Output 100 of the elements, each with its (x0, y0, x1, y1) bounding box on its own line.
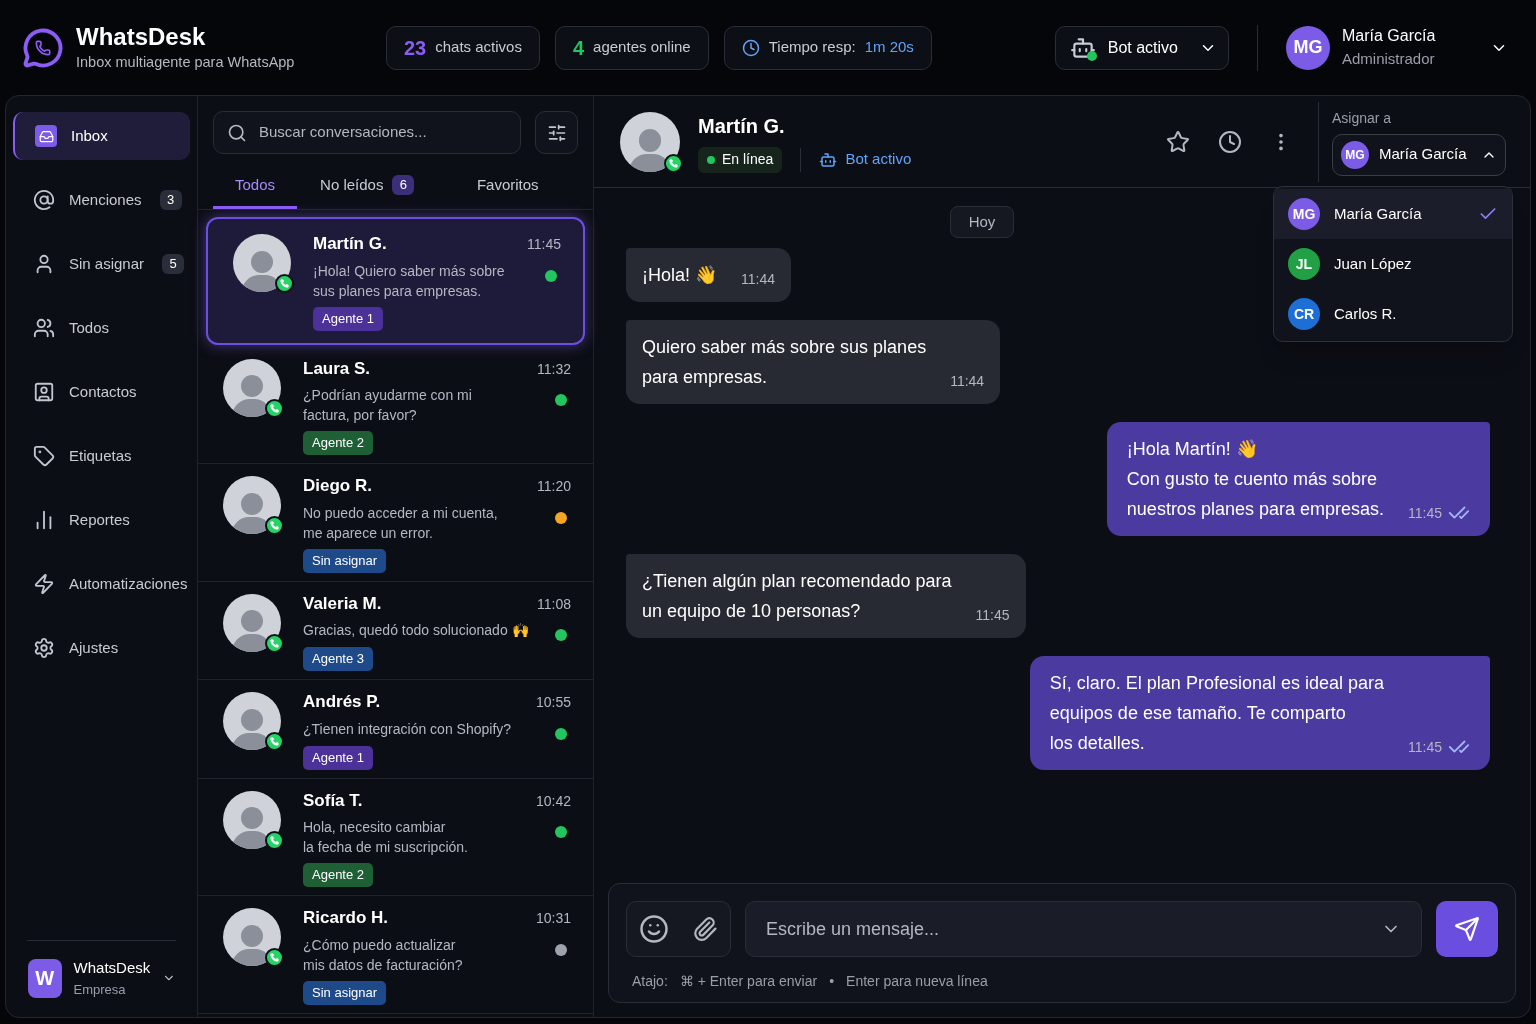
message-preview: ¿Tienen integración con Shopify? (303, 719, 512, 739)
separator-dot: • (829, 972, 835, 991)
nav-item[interactable]: Ajustes (13, 624, 190, 672)
nav-label: Inbox (71, 125, 108, 146)
nav-icon (33, 445, 55, 467)
whatsapp-badge-icon (265, 948, 284, 967)
nav-label: Menciones (69, 189, 142, 210)
conversation-item[interactable]: Laura S. 11:32 ¿Podrían ayudarme con mi factura, por favor? Agente 2 (198, 346, 593, 464)
assign-select[interactable]: MG María García (1332, 133, 1506, 176)
message-preview: Hola, necesito cambiar la fecha de mi suscripción. (303, 818, 468, 857)
contact-name: Ricardo H. (303, 907, 389, 929)
search-icon (227, 122, 247, 143)
contact-name: Martín G. (313, 233, 387, 255)
message-text: Quiero saber más sobre sus planes para empresas. (642, 336, 927, 389)
filter-tab[interactable]: Favoritos (437, 164, 578, 209)
workspace-plan: Empresa (73, 980, 127, 999)
avatar (233, 234, 291, 292)
agent-option[interactable]: MG María García (1274, 189, 1512, 239)
attach-button[interactable] (692, 916, 719, 942)
stat-label: chats activos (435, 37, 522, 58)
app-title: WhatsDesk (76, 21, 207, 52)
nav-icon (33, 189, 55, 211)
whatsapp-badge-icon (265, 516, 284, 535)
message-preview: No puedo acceder a mi cuenta, me aparece un error. (303, 503, 498, 543)
contact-name: Laura S. (303, 357, 371, 380)
search-input[interactable]: Buscar conversaciones... (259, 121, 507, 144)
message-input[interactable]: Escribe un mensaje... (745, 901, 1422, 957)
conversation-item[interactable]: Sofía T. 10:42 Hola, necesito cambiar la fecha de mi suscripción. Agente 2 (198, 778, 593, 896)
send-icon (1454, 916, 1480, 942)
avatar-initials: CR (1288, 298, 1320, 330)
message-time: 10:31 (535, 909, 571, 928)
nav-label: Todos (69, 317, 110, 338)
workspace-logo: W (28, 958, 62, 998)
bot-status: Bot activo (845, 149, 912, 170)
date-chip: Hoy (949, 206, 1015, 238)
conversation-item[interactable]: Andrés P. 10:55 ¿Tienen integración con Shopify? Agente 1 (198, 680, 593, 779)
conversation-item[interactable]: Ricardo H. 10:31 ¿Cómo puedo actualizar mis datos de facturación? Sin asignar (198, 896, 593, 1014)
conversation-item[interactable]: Diego R. 11:20 No puedo acceder a mi cuenta, me aparece un error. Sin asignar (198, 464, 593, 582)
search-field[interactable]: Buscar conversaciones... (213, 111, 521, 154)
nav-icon (33, 317, 55, 339)
message-time: 11:20 (537, 477, 571, 496)
filter-button[interactable] (535, 111, 578, 154)
nav-label: Contactos (69, 381, 137, 402)
shortcut-label: Atajo: (632, 972, 668, 991)
sliders-icon (546, 122, 567, 143)
message-time: 11:45 (1408, 503, 1442, 523)
agent-tag: Sin asignar (303, 548, 387, 573)
message-time: 11:08 (537, 594, 571, 614)
message-time: 10:55 (535, 693, 571, 712)
nav-item[interactable]: Sin asignar 5 (13, 240, 190, 288)
emoji-button[interactable] (638, 914, 669, 944)
stat-label: Tiempo resp: (768, 37, 856, 58)
avatar-initials: JL (1288, 248, 1320, 280)
conversation-item[interactable]: Valeria M. 11:08 Gracias, quedó todo solucionado 🙌 Agente 3 (198, 581, 593, 680)
nav-item[interactable]: Automatizaciones (13, 560, 190, 608)
message-text-input[interactable]: Escribe un mensaje... (766, 915, 1381, 943)
workspace-name: WhatsDesk (73, 958, 151, 978)
agent-tag: Agente 2 (303, 431, 374, 455)
count-badge: 3 (159, 190, 182, 210)
nav-item[interactable]: Etiquetas (13, 432, 190, 480)
nav-item[interactable]: Todos (13, 304, 190, 352)
avatar-initials: MG (1286, 25, 1330, 70)
agent-tag: Agente 1 (303, 745, 374, 770)
avatar (223, 692, 281, 750)
message-time: 11:44 (741, 270, 775, 289)
filter-tab[interactable]: No leídos 6 (297, 164, 438, 209)
message-time: 11:45 (975, 606, 1010, 625)
count-badge: 5 (162, 254, 185, 274)
clock-icon[interactable] (1218, 129, 1242, 154)
clock-icon (741, 38, 760, 57)
stat-value: 23 (404, 35, 427, 61)
chevron-down-icon (1202, 44, 1214, 51)
star-icon[interactable] (1166, 129, 1190, 154)
inbox-icon (35, 125, 57, 147)
app-tagline: Inbox multiagente para WhatsApp (76, 52, 295, 72)
message-preview: ¿Podrían ayudarme con mi factura, por favor? (303, 386, 472, 425)
agent-option[interactable]: JL Juan López (1274, 239, 1512, 289)
assign-label: Asignar a (1332, 108, 1393, 128)
stat-label: agentes online (593, 37, 691, 58)
nav-item[interactable]: Inbox (13, 112, 190, 160)
conversation-item[interactable]: Martín G. 11:45 ¡Hola! Quiero saber más sobre sus planes para empresas. Agente 1 (206, 217, 585, 345)
agent-option[interactable]: CR Carlos R. (1274, 289, 1512, 339)
nav-item[interactable]: Menciones 3 (13, 176, 190, 224)
message-preview: ¡Hola! Quiero saber más sobre sus planes para empresas. (313, 261, 505, 301)
whatsapp-badge-icon (664, 153, 683, 173)
nav-item[interactable]: Reportes (13, 496, 190, 544)
stat-value: 4 (572, 35, 585, 61)
message-preview: Gracias, quedó todo solucionado 🙌 (303, 621, 529, 640)
avatar-initials: MG (1288, 198, 1320, 230)
send-button[interactable] (1436, 901, 1498, 957)
bot-status-button[interactable]: Bot activo (1054, 25, 1229, 70)
contact-name: Diego R. (303, 475, 372, 497)
nav-item[interactable]: Contactos (13, 368, 190, 416)
filter-tab[interactable]: Todos (213, 164, 297, 209)
chat-contact-name: Martín G. (698, 113, 786, 139)
user-name: María García (1342, 26, 1437, 47)
message-preview: ¿Cómo puedo actualizar mis datos de facturación? (303, 935, 463, 975)
shortcut-hint: ⌘ + Enter para enviar (679, 972, 818, 991)
contact-name: Valeria M. (303, 592, 382, 615)
message-time: 11:45 (1408, 737, 1442, 757)
